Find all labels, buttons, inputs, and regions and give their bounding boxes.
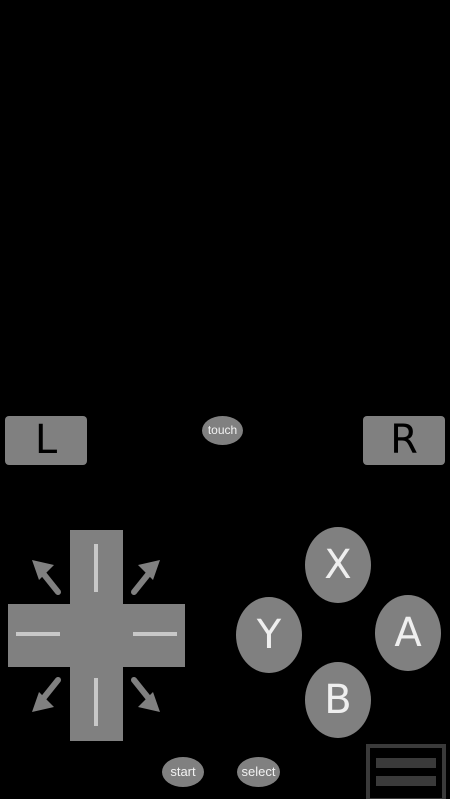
- dpad[interactable]: [0, 520, 200, 750]
- diagonal-arrow-icon-downright: [131, 677, 160, 712]
- b-button[interactable]: B: [305, 662, 371, 738]
- menu-icon[interactable]: [366, 744, 446, 799]
- start-button[interactable]: start: [162, 757, 204, 787]
- dpad-left-mark: [16, 632, 60, 636]
- emulator-screen: L R touch X Y A B start select: [0, 0, 450, 799]
- dpad-right-mark: [133, 632, 177, 636]
- diagonal-arrow-icon-downleft: [32, 677, 61, 712]
- diagonal-arrow-icon-upleft: [32, 560, 61, 595]
- dpad-down-mark: [94, 678, 98, 726]
- select-button[interactable]: select: [237, 757, 280, 787]
- r-shoulder-button[interactable]: R: [363, 416, 445, 465]
- dpad-up-mark: [94, 544, 98, 592]
- touch-toggle-button[interactable]: touch: [202, 416, 243, 445]
- l-shoulder-button[interactable]: L: [5, 416, 87, 465]
- diagonal-arrow-icon-upright: [131, 560, 160, 595]
- y-button[interactable]: Y: [236, 597, 302, 673]
- x-button[interactable]: X: [305, 527, 371, 603]
- a-button[interactable]: A: [375, 595, 441, 671]
- game-display: [0, 0, 450, 400]
